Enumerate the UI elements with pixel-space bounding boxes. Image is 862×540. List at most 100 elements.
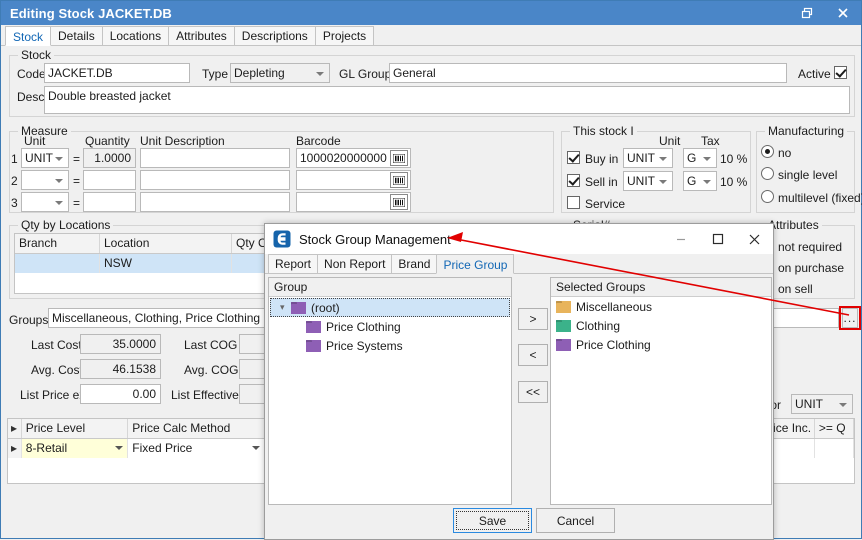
sell-in-tax-percent: 10 % [720, 175, 748, 189]
list-item[interactable]: Miscellaneous [551, 297, 771, 316]
gl-group-input[interactable]: General [389, 63, 787, 83]
sell-in-checkbox[interactable] [567, 174, 580, 187]
buy-in-label: Buy in [585, 152, 619, 166]
folder-icon [556, 319, 571, 332]
minimize-icon [676, 238, 685, 241]
avg-cost-input: 46.1538 [80, 359, 161, 379]
tree-item-label: (root) [311, 300, 340, 315]
measure-equals-sign: = [73, 152, 81, 166]
tab-locations[interactable]: Locations [101, 26, 170, 45]
remove-all-groups-button[interactable]: << [518, 381, 548, 403]
chevron-down-icon[interactable] [115, 446, 124, 450]
this-stock-unit-header: Unit [659, 134, 681, 148]
groups-label: Groups [9, 313, 49, 327]
measure-unit-description-header: Unit Description [140, 134, 225, 148]
folder-icon [556, 338, 571, 351]
price-level-cell[interactable]: 8-Retail [21, 439, 129, 458]
selected-group-label: Clothing [576, 318, 621, 333]
code-input[interactable]: JACKET.DB [44, 63, 190, 83]
measure-row-number: 2 [11, 174, 18, 188]
list-effective-label: List Effective [171, 388, 239, 402]
attributes-option-label: not required [778, 240, 843, 254]
buy-in-tax-percent: 10 % [720, 152, 748, 166]
service-checkbox[interactable] [567, 196, 580, 209]
manufacturing-radio-multilevel[interactable] [761, 190, 774, 203]
buy-in-checkbox[interactable] [567, 151, 580, 164]
measure-quantity-input[interactable]: 1.0000 [83, 148, 136, 168]
type-select[interactable]: Depleting [230, 63, 330, 83]
list-price-input[interactable]: 0.00 [80, 384, 161, 404]
barcode-icon [393, 153, 405, 163]
code-label: Code [17, 67, 46, 81]
sell-in-tax-select[interactable]: G [683, 171, 717, 191]
dialog-title: Stock Group Management [299, 231, 451, 247]
prices-for-unit-select[interactable]: UNIT [791, 394, 853, 414]
chevron-down-icon[interactable] [252, 446, 261, 450]
selected-groups-panel[interactable]: Selected Groups Miscellaneous Clothing P… [550, 277, 772, 505]
tree-item-root[interactable]: ▾ (root) [270, 298, 510, 317]
dialog-tab-price-group[interactable]: Price Group [436, 254, 515, 274]
active-checkbox[interactable] [834, 66, 847, 79]
restore-button[interactable] [789, 1, 825, 25]
price-method-cell[interactable]: Fixed Price [128, 439, 266, 458]
manufacturing-radio-single-level[interactable] [761, 167, 774, 180]
close-icon [838, 8, 848, 18]
tab-details[interactable]: Details [50, 26, 103, 45]
selected-groups-header: Selected Groups [551, 278, 771, 297]
dialog-tab-brand[interactable]: Brand [391, 254, 438, 273]
minimize-button[interactable] [662, 224, 699, 254]
desc-input[interactable]: Double breasted jacket [44, 86, 850, 114]
dialog-titlebar: Stock Group Management [265, 224, 773, 254]
barcode-button[interactable] [390, 172, 408, 188]
group-tree-panel[interactable]: Group ▾ (root) Price Clothing Price Syst… [268, 277, 512, 505]
measure-unit-description-input[interactable] [140, 170, 290, 190]
manufacturing-option-label: multilevel (fixed) [778, 191, 862, 205]
close-button[interactable] [736, 224, 773, 254]
measure-quantity-input[interactable] [83, 192, 136, 212]
this-stock-groupbox-legend: This stock I [570, 124, 637, 138]
maximize-button[interactable] [699, 224, 736, 254]
qty-cell-branch [15, 254, 100, 273]
save-button[interactable]: Save [453, 508, 532, 533]
remove-group-button[interactable]: < [518, 344, 548, 366]
close-button[interactable] [825, 1, 861, 25]
measure-unit-header: Unit [24, 134, 46, 148]
measure-quantity-input[interactable] [83, 170, 136, 190]
measure-unit-description-input[interactable] [140, 192, 290, 212]
measure-unit-select[interactable]: UNIT [21, 148, 69, 168]
tab-stock[interactable]: Stock [5, 26, 52, 46]
expander-icon[interactable]: ▾ [280, 302, 291, 313]
ellipsis-button[interactable]: ... [842, 308, 858, 328]
list-item[interactable]: Price Clothing [551, 335, 771, 354]
measure-equals-sign: = [73, 196, 81, 210]
avg-cost-label: Avg. Cost [31, 363, 83, 377]
dialog-tab-non-report[interactable]: Non Report [317, 254, 393, 273]
cancel-button[interactable]: Cancel [536, 508, 615, 533]
list-item[interactable]: Clothing [551, 316, 771, 335]
tree-item-price-clothing[interactable]: Price Clothing [269, 317, 511, 336]
manufacturing-option-label: no [778, 146, 792, 160]
folder-icon [291, 301, 306, 314]
add-group-button[interactable]: > [518, 308, 548, 330]
buy-in-unit-select[interactable]: UNIT [623, 148, 673, 168]
manufacturing-groupbox-legend: Manufacturing [765, 124, 848, 138]
measure-unit-select[interactable] [21, 192, 69, 212]
price-qty-cell[interactable] [815, 439, 854, 458]
folder-icon [556, 300, 571, 313]
last-cog-label: Last COG [184, 338, 238, 352]
manufacturing-radio-no[interactable] [761, 145, 774, 158]
barcode-button[interactable] [390, 150, 408, 166]
sell-in-unit-select[interactable]: UNIT [623, 171, 673, 191]
buy-in-tax-select[interactable]: G [683, 148, 717, 168]
tab-descriptions[interactable]: Descriptions [233, 26, 316, 45]
dialog-tab-report[interactable]: Report [268, 254, 319, 273]
main-tabstrip: Stock Details Locations Attributes Descr… [1, 25, 861, 46]
measure-unit-select[interactable] [21, 170, 69, 190]
tab-attributes[interactable]: Attributes [168, 26, 235, 45]
tree-item-price-systems[interactable]: Price Systems [269, 336, 511, 355]
qty-grid-header-location: Location [100, 234, 232, 253]
tab-projects[interactable]: Projects [314, 26, 375, 45]
measure-unit-description-input[interactable] [140, 148, 290, 168]
barcode-button[interactable] [390, 194, 408, 210]
selected-group-label: Miscellaneous [576, 299, 653, 314]
